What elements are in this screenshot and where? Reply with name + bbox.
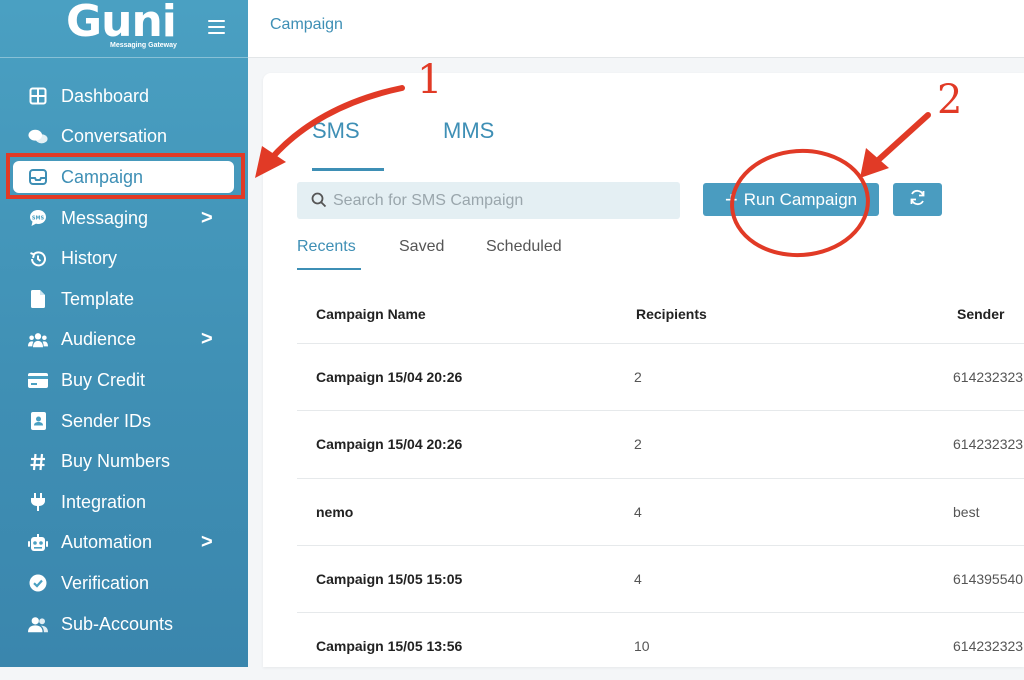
sidebar-item-integration[interactable]: Integration (0, 482, 248, 523)
sidebar-item-label: Sub-Accounts (61, 613, 174, 634)
subtab-recents[interactable]: Recents (297, 238, 356, 256)
sidebar: Guni Messaging Gateway Dashboard Convers… (0, 0, 248, 667)
run-campaign-button[interactable]: + Run Campaign (703, 183, 879, 216)
annotation-number-1: 1 (417, 57, 443, 103)
sidebar-item-label: Dashboard (61, 85, 150, 106)
sidebar-item-label: Integration (61, 491, 147, 512)
chevron-right-icon: > (201, 531, 213, 554)
campaign-name-cell: Campaign 15/05 13:56 (316, 638, 463, 654)
svg-text:SMS: SMS (32, 216, 45, 222)
credit-card-icon (28, 370, 48, 390)
user-group-icon (28, 614, 48, 634)
recipients-cell: 2 (634, 436, 642, 452)
recipients-cell: 4 (634, 571, 642, 587)
recipients-cell: 2 (634, 369, 642, 385)
sidebar-item-label: Conversation (61, 126, 168, 147)
campaign-name-cell: nemo (316, 504, 354, 520)
table-row[interactable]: Campaign 15/04 20:26 2 614232323 (297, 410, 1024, 478)
subtab-scheduled[interactable]: Scheduled (486, 238, 562, 256)
check-circle-icon (28, 573, 48, 593)
search-icon (311, 192, 327, 208)
sidebar-item-history[interactable]: History (0, 238, 248, 279)
file-icon (28, 289, 48, 309)
chevron-right-icon: > (201, 206, 213, 229)
brand-bar: Guni Messaging Gateway (0, 0, 248, 58)
sidebar-item-sender-ids[interactable]: Sender IDs (0, 401, 248, 442)
table-row[interactable]: Campaign 15/04 20:26 2 614232323 (297, 343, 1024, 411)
sidebar-item-label: Buy Numbers (61, 451, 171, 472)
sidebar-item-buy-numbers[interactable]: Buy Numbers (0, 441, 248, 482)
column-header-recipients[interactable]: Recipients (636, 306, 707, 322)
sidebar-item-label: History (61, 248, 118, 269)
column-header-campaign-name[interactable]: Campaign Name (316, 306, 426, 322)
column-header-sender[interactable]: Sender (957, 306, 1004, 322)
plus-icon: + (724, 186, 738, 212)
refresh-icon (909, 189, 926, 211)
sidebar-item-label: Automation (61, 532, 153, 553)
robot-icon (28, 533, 48, 553)
logo-wordmark: Guni (66, 0, 177, 47)
sidebar-item-sub-accounts[interactable]: Sub-Accounts (0, 604, 248, 645)
sidebar-item-audience[interactable]: Audience > (0, 320, 248, 361)
sender-cell: 614395540 (953, 571, 1024, 587)
recipients-cell: 4 (634, 504, 642, 520)
tab-sms[interactable]: SMS (312, 118, 360, 144)
sidebar-item-label: Sender IDs (61, 410, 152, 431)
active-subtab-indicator (297, 268, 361, 270)
history-icon (28, 249, 48, 269)
sidebar-item-dashboard[interactable]: Dashboard (0, 76, 248, 117)
table-row[interactable]: nemo 4 best (297, 478, 1024, 546)
campaign-name-cell: Campaign 15/04 20:26 (316, 436, 463, 452)
plug-icon (28, 492, 48, 512)
sidebar-item-label: Template (61, 288, 135, 309)
annotation-highlight-box (6, 153, 245, 199)
sidebar-item-verification[interactable]: Verification (0, 563, 248, 604)
sidebar-item-template[interactable]: Template (0, 279, 248, 320)
sidebar-item-conversation[interactable]: Conversation (0, 117, 248, 158)
logo-tagline: Messaging Gateway (110, 42, 177, 49)
table-row[interactable]: Campaign 15/05 15:05 4 614395540 (297, 545, 1024, 613)
campaign-name-cell: Campaign 15/04 20:26 (316, 369, 463, 385)
sender-cell: 614232323 (953, 369, 1024, 385)
breadcrumb[interactable]: Campaign (270, 16, 343, 34)
chevron-right-icon: > (201, 328, 213, 351)
refresh-button[interactable] (893, 183, 942, 216)
sender-cell: 614232323 (953, 638, 1024, 654)
search-input[interactable] (331, 188, 665, 214)
sidebar-item-label: Buy Credit (61, 369, 146, 390)
table-row[interactable]: Campaign 15/05 13:56 10 614232323 (297, 612, 1024, 680)
tab-mms[interactable]: MMS (443, 118, 494, 144)
sender-cell: best (953, 504, 980, 520)
subtab-saved[interactable]: Saved (399, 238, 444, 256)
id-card-icon (28, 411, 48, 431)
top-header: Campaign (248, 0, 1024, 58)
recipients-cell: 10 (634, 638, 650, 654)
campaign-name-cell: Campaign 15/05 15:05 (316, 571, 463, 587)
active-tab-indicator (312, 168, 384, 171)
sidebar-item-automation[interactable]: Automation > (0, 523, 248, 564)
sidebar-item-buy-credit[interactable]: Buy Credit (0, 360, 248, 401)
search-box[interactable] (297, 182, 680, 219)
hamburger-menu-icon[interactable] (208, 20, 225, 34)
sms-icon: SMS (28, 208, 48, 228)
run-campaign-label: Run Campaign (743, 189, 858, 209)
sidebar-item-label: Messaging (61, 207, 149, 228)
guni-logo[interactable]: Guni Messaging Gateway (66, 0, 186, 52)
sidebar-item-messaging[interactable]: SMS Messaging > (0, 198, 248, 239)
users-icon (28, 330, 48, 350)
dashboard-icon (28, 86, 48, 106)
sender-cell: 614232323 (953, 436, 1024, 452)
hash-icon (28, 452, 48, 472)
annotation-number-2: 2 (937, 77, 963, 123)
chat-icon (28, 127, 48, 147)
sidebar-item-label: Audience (61, 329, 137, 350)
sidebar-item-label: Verification (61, 572, 150, 593)
